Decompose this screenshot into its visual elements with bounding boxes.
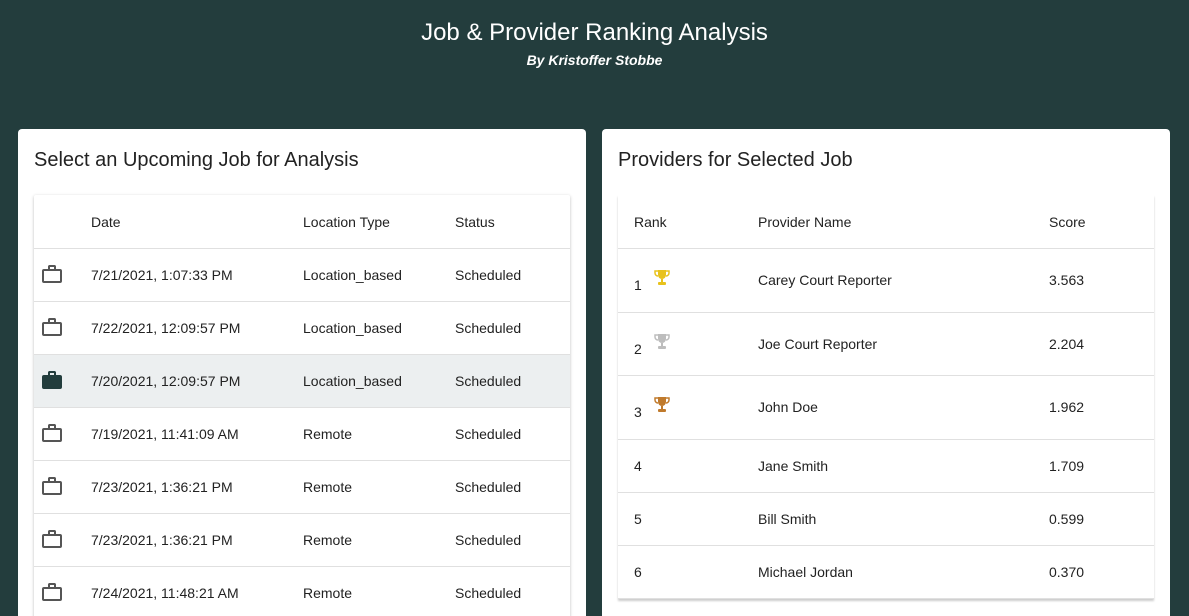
provider-name: John Doe: [758, 399, 818, 416]
gold-trophy-icon: [654, 270, 670, 285]
provider-score: 1.709: [1049, 457, 1085, 474]
column-header-score[interactable]: Score: [1049, 195, 1086, 248]
job-date: 7/23/2021, 1:36:21 PM: [91, 532, 233, 548]
column-header-rank[interactable]: Rank: [634, 195, 667, 248]
provider-row: 2 Joe Court Reporter 2.204: [618, 313, 1154, 376]
providers-panel: Providers for Selected Job Rank Provider…: [602, 129, 1170, 616]
provider-name: Michael Jordan: [758, 563, 853, 580]
job-row[interactable]: 7/19/2021, 11:41:09 AM Remote Scheduled: [34, 408, 570, 461]
jobs-panel-title: Select an Upcoming Job for Analysis: [34, 149, 359, 171]
silver-trophy-icon: [654, 333, 670, 349]
provider-row: 4 Jane Smith 1.709: [618, 440, 1154, 493]
job-date: 7/19/2021, 11:41:09 AM: [91, 426, 239, 442]
job-date: 7/23/2021, 1:36:21 PM: [91, 479, 233, 495]
provider-rank: 6: [634, 563, 642, 580]
jobs-panel: Select an Upcoming Job for Analysis Date…: [18, 129, 586, 616]
briefcase-icon: [42, 318, 62, 336]
briefcase-icon: [42, 530, 62, 548]
job-status: Scheduled: [455, 585, 522, 601]
provider-name: Jane Smith: [758, 457, 829, 474]
page-subtitle: By Kristoffer Stobbe: [526, 52, 663, 68]
jobs-table: Date Location Type Status 7/21/2021, 1:0…: [34, 195, 570, 616]
provider-rank: 3: [634, 404, 642, 420]
page-title: Job & Provider Ranking Analysis: [421, 19, 768, 46]
providers-table: Rank Provider Name Score 1 Carey Court R…: [618, 195, 1154, 599]
job-status: Scheduled: [455, 320, 522, 336]
job-status: Scheduled: [455, 267, 522, 283]
briefcase-icon: [42, 424, 62, 442]
job-status: Scheduled: [455, 532, 522, 548]
provider-name: Joe Court Reporter: [758, 335, 878, 352]
job-row[interactable]: 7/23/2021, 1:36:21 PM Remote Scheduled: [34, 461, 570, 514]
job-status: Scheduled: [455, 479, 522, 495]
provider-rank: 2: [634, 340, 642, 357]
job-date: 7/22/2021, 12:09:57 PM: [91, 320, 241, 336]
column-header-status[interactable]: Status: [455, 195, 495, 248]
provider-row: 1 Carey Court Reporter 3.563: [618, 249, 1154, 313]
provider-row: 6 Michael Jordan 0.370: [618, 546, 1154, 599]
provider-score: 0.370: [1049, 563, 1085, 580]
provider-row: 5 Bill Smith 0.599: [618, 493, 1154, 546]
providers-table-header: Rank Provider Name Score: [618, 195, 1154, 249]
provider-score: 1.962: [1049, 399, 1085, 416]
job-date: 7/21/2021, 1:07:33 PM: [91, 267, 233, 283]
provider-row: 3 John Doe 1.962: [618, 376, 1154, 440]
job-location-type: Location_based: [303, 373, 402, 389]
job-row[interactable]: 7/24/2021, 11:48:21 AM Remote Scheduled: [34, 567, 570, 616]
job-row[interactable]: 7/23/2021, 1:36:21 PM Remote Scheduled: [34, 514, 570, 567]
job-status: Scheduled: [455, 426, 522, 442]
job-date: 7/24/2021, 11:48:21 AM: [91, 585, 239, 601]
provider-name: Carey Court Reporter: [758, 272, 892, 289]
jobs-table-header: Date Location Type Status: [34, 195, 570, 249]
job-status: Scheduled: [455, 373, 522, 389]
provider-name: Bill Smith: [758, 510, 817, 527]
briefcase-icon: [42, 265, 62, 283]
job-row-selected[interactable]: 7/20/2021, 12:09:57 PM Location_based Sc…: [34, 355, 570, 408]
column-header-location-type[interactable]: Location Type: [303, 195, 390, 248]
job-row[interactable]: 7/21/2021, 1:07:33 PM Location_based Sch…: [34, 249, 570, 302]
provider-rank: 5: [634, 510, 642, 527]
provider-score: 2.204: [1049, 335, 1085, 352]
bronze-trophy-icon: [654, 397, 670, 412]
job-location-type: Location_based: [303, 320, 402, 336]
provider-rank: 4: [634, 457, 642, 474]
column-header-date[interactable]: Date: [91, 195, 121, 248]
briefcase-icon: [42, 371, 62, 389]
job-location-type: Location_based: [303, 267, 402, 283]
briefcase-icon: [42, 583, 62, 601]
briefcase-icon: [42, 477, 62, 495]
job-row[interactable]: 7/22/2021, 12:09:57 PM Location_based Sc…: [34, 302, 570, 355]
job-location-type: Remote: [303, 426, 353, 442]
column-header-provider-name[interactable]: Provider Name: [758, 195, 851, 248]
job-location-type: Remote: [303, 585, 353, 601]
job-location-type: Remote: [303, 532, 353, 548]
job-location-type: Remote: [303, 479, 353, 495]
provider-rank: 1: [634, 277, 642, 293]
provider-score: 0.599: [1049, 510, 1085, 527]
provider-score: 3.563: [1049, 272, 1085, 289]
providers-panel-title: Providers for Selected Job: [618, 149, 853, 171]
job-date: 7/20/2021, 12:09:57 PM: [91, 373, 241, 389]
